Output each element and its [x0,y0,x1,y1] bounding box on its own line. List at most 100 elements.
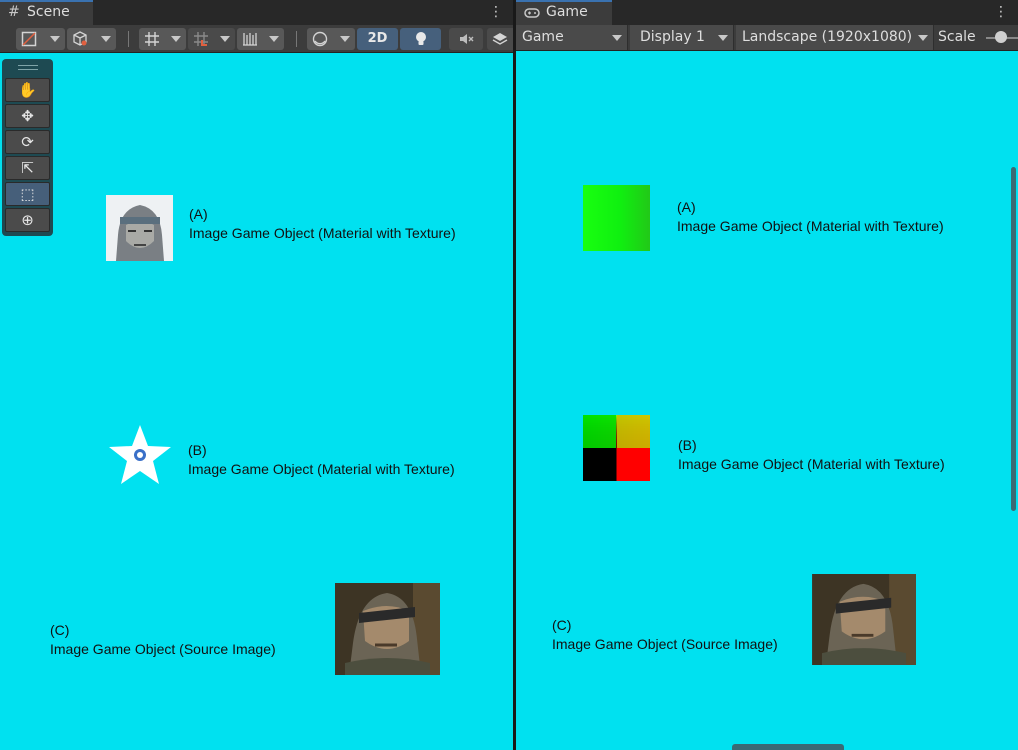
game-object-b-text: Image Game Object (Material with Texture… [678,456,945,472]
increment-snap-dropdown[interactable] [188,28,235,50]
scene-kebab-icon[interactable]: ⋮ [489,0,503,25]
display-select[interactable]: Display 1 [630,25,734,50]
vertical-scrollbar[interactable] [1011,167,1016,511]
layers-icon [487,28,513,50]
display-select-value: Display 1 [640,29,705,45]
gamepad-icon [524,0,540,28]
chevron-down-icon [340,36,350,42]
game-object-a-text: Image Game Object (Material with Texture… [677,218,944,234]
scene-toolbar: 2D [0,25,513,53]
game-object-c-text: Image Game Object (Source Image) [552,636,778,652]
object-b-tag: (B) [188,442,207,458]
rotate-tool[interactable]: ⟳ [5,130,50,154]
ruler-dropdown[interactable] [237,28,284,50]
hand-tool[interactable]: ✋ [5,78,50,102]
resolution-select[interactable]: Landscape (1920x1080) [736,25,934,50]
tools-drag-handle[interactable] [18,65,38,70]
object-b-label: (B) Image Game Object (Material with Tex… [188,441,455,479]
transform-tool[interactable]: ⊕ [5,208,50,232]
object-c-tag: (C) [50,622,70,638]
move-tool[interactable]: ✥ [5,104,50,128]
game-tab-bar: Game ⋮ [516,0,1018,25]
gizmos-dropdown[interactable] [307,28,355,50]
scene-window: # Scene ⋮ 2D ✋ ✥ ⟳ ⇱ ⬚ ⊕ (A) Image Game … [0,0,513,750]
object-a-tag: (A) [189,206,208,222]
scale-slider-handle[interactable] [995,31,1007,43]
scene-viewport[interactable]: ✋ ✥ ⟳ ⇱ ⬚ ⊕ (A) Image Game Object (Mater… [0,53,513,750]
object-b-star-sprite[interactable] [107,423,173,487]
scale-icon: ⇱ [21,159,34,177]
tab-scene[interactable]: # Scene [0,0,93,25]
game-viewport[interactable]: (A) Image Game Object (Material with Tex… [516,51,1018,750]
object-a-label: (A) Image Game Object (Material with Tex… [189,205,456,243]
rotate-icon: ⟳ [21,133,34,151]
toolbar-divider [128,31,129,47]
shaded-square-icon [16,28,42,50]
star-icon [109,425,171,484]
object-a-texture-thumbnail[interactable] [106,195,173,261]
chevron-down-icon [718,35,728,41]
game-toolbar: Game Display 1 Landscape (1920x1080) Sca… [516,25,1018,51]
tab-scene-label: Scene [27,4,70,20]
chevron-down-icon [220,36,230,42]
mute-icon [449,28,483,50]
object-c-label: (C) Image Game Object (Source Image) [50,621,276,659]
scene-tab-bar: # Scene ⋮ [0,0,513,25]
game-object-c-tag: (C) [552,617,572,633]
rg-gradient-swatch [583,415,650,481]
chevron-down-icon [918,35,928,41]
toolbar-divider [296,31,297,47]
2d-toggle-label: 2D [367,31,388,46]
object-b-text: Image Game Object (Material with Texture… [188,461,455,477]
object-b-rendered [583,415,650,481]
draw-mode-dropdown[interactable] [16,28,65,50]
hand-icon: ✋ [18,81,37,99]
2d-toggle[interactable]: 2D [357,28,398,50]
chevron-down-icon [101,36,111,42]
grid-snap-dropdown[interactable] [139,28,186,50]
game-object-b-label: (B) Image Game Object (Material with Tex… [678,436,945,474]
scene-tools-overlay[interactable]: ✋ ✥ ⟳ ⇱ ⬚ ⊕ [2,59,53,236]
tab-game-label: Game [546,4,588,20]
sphere-icon [307,28,333,50]
horizontal-scrollbar[interactable] [732,744,844,750]
rect-tool[interactable]: ⬚ [5,182,50,206]
portrait-image-icon [106,195,173,261]
game-window: Game ⋮ Game Display 1 Landscape (1920x10… [516,0,1018,750]
game-object-b-tag: (B) [678,437,697,453]
object-a-rendered [583,185,650,251]
rect-transform-icon: ⬚ [20,185,35,203]
object-a-text: Image Game Object (Material with Texture… [189,225,456,241]
tab-game[interactable]: Game [516,0,612,25]
chevron-down-icon [269,36,279,42]
move-arrows-icon: ✥ [21,107,34,125]
transform-icon: ⊕ [21,211,34,229]
cube-icon [67,28,93,50]
game-object-a-tag: (A) [677,199,696,215]
lightbulb-icon [400,28,441,50]
character-photo-icon [335,583,440,675]
effects-toggle[interactable] [487,28,513,50]
object-c-source-image[interactable] [335,583,440,675]
scale-tool[interactable]: ⇱ [5,156,50,180]
lighting-toggle[interactable] [400,28,441,50]
scale-label: Scale [938,29,976,45]
grid-hash-icon: # [8,4,20,20]
ruler-icon [237,28,263,50]
grid-icon [139,28,165,50]
green-gradient-swatch [583,185,650,251]
game-kebab-icon[interactable]: ⋮ [994,0,1008,25]
character-photo-icon [812,574,916,665]
chevron-down-icon [612,35,622,41]
audio-toggle[interactable] [449,28,483,50]
chevron-down-icon [50,36,60,42]
game-object-a-label: (A) Image Game Object (Material with Tex… [677,198,944,236]
game-object-c-label: (C) Image Game Object (Source Image) [552,616,778,654]
resolution-select-value: Landscape (1920x1080) [742,29,913,45]
game-view-select[interactable]: Game [516,25,628,50]
game-view-select-value: Game [522,29,564,45]
render-mode-dropdown[interactable] [67,28,116,50]
object-c-rendered [812,574,916,665]
chevron-down-icon [171,36,181,42]
object-c-text: Image Game Object (Source Image) [50,641,276,657]
